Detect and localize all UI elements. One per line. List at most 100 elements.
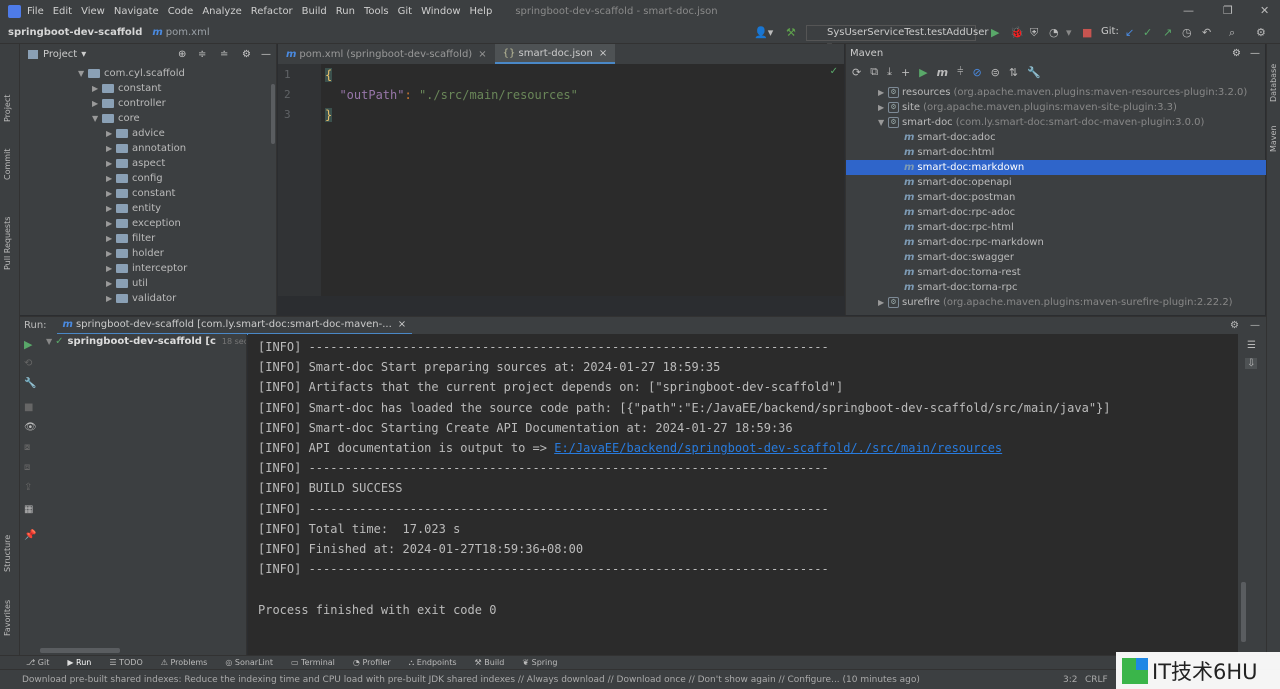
wrench-icon[interactable]: 🔧 [24, 378, 36, 389]
profile-icon[interactable]: ◔ [1049, 26, 1059, 39]
chevron-right-icon[interactable]: ▶ [106, 189, 116, 198]
menu-window[interactable]: Window [421, 6, 460, 17]
git-commit-icon[interactable]: ✓ [1143, 26, 1152, 39]
code-area[interactable]: { "outPath": "./src/main/resources" } ✓ [321, 64, 844, 296]
menu-navigate[interactable]: Navigate [114, 6, 159, 17]
tool-window-spring[interactable]: ❦ Spring [522, 658, 557, 667]
maven-goal[interactable]: m smart-doc:rpc-markdown [846, 235, 1266, 250]
breadcrumb-project[interactable]: springboot-dev-scaffold [8, 27, 142, 38]
history-icon[interactable]: ◷ [1182, 26, 1192, 39]
tree-item[interactable]: ▼ core [20, 111, 187, 126]
tool-window-git[interactable]: ⎇ Git [26, 658, 49, 667]
toggle-offline-icon[interactable]: ⫩ [957, 65, 963, 79]
chevron-down-icon[interactable]: ▼ [78, 69, 88, 78]
maven-goal[interactable]: m smart-doc:swagger [846, 250, 1266, 265]
tool-window-build[interactable]: ⚒ Build [475, 658, 505, 667]
download-icon[interactable]: ⤓ [887, 65, 892, 79]
project-panel-title[interactable]: Project [43, 49, 77, 60]
chevron-right-icon[interactable]: ▶ [106, 174, 116, 183]
chevron-right-icon[interactable]: ▶ [106, 279, 116, 288]
maven-goal[interactable]: m smart-doc:openapi [846, 175, 1266, 190]
chevron-right-icon[interactable]: ▶ [878, 298, 888, 307]
run-icon[interactable]: ▶ [991, 26, 999, 39]
chevron-right-icon[interactable]: ▶ [106, 264, 116, 273]
tool-window-endpoints[interactable]: ⛬ Endpoints [409, 658, 457, 668]
tool-window-problems[interactable]: ⚠ Problems [161, 658, 208, 667]
tree-item[interactable]: ▶ constant [20, 186, 187, 201]
maven-goal[interactable]: m smart-doc:postman [846, 190, 1266, 205]
ide-settings-icon[interactable]: ⚙ [1256, 26, 1266, 39]
user-icon[interactable]: 👤▾ [754, 26, 773, 39]
tree-item[interactable]: ▶ interceptor [20, 261, 187, 276]
maven-goal[interactable]: m smart-doc:rpc-html [846, 220, 1266, 235]
menu-view[interactable]: View [81, 6, 105, 17]
chevron-down-icon[interactable]: ▾ [81, 49, 86, 60]
maven-goal[interactable]: m smart-doc:torna-rest [846, 265, 1266, 280]
threads-icon[interactable]: ⧇ [24, 442, 30, 453]
stop-icon[interactable]: ■ [24, 402, 33, 413]
tree-item[interactable]: ▶ util [20, 276, 187, 291]
tab-smart-doc-json[interactable]: {} smart-doc.json × [494, 44, 616, 64]
hide-icon[interactable]: — [1250, 320, 1260, 331]
expand-all-icon[interactable]: ≐ [220, 49, 228, 60]
chevron-right-icon[interactable]: ▶ [106, 294, 116, 303]
breadcrumb-file[interactable]: m pom.xml [152, 27, 209, 38]
show-dependencies-icon[interactable]: ⊜ [991, 66, 1000, 79]
tree-item[interactable]: ▶ validator [20, 291, 187, 306]
menu-code[interactable]: Code [168, 6, 194, 17]
build-hammer-icon[interactable]: ⚒ [786, 26, 796, 39]
collapse-all-icon[interactable]: ⇅ [1009, 66, 1018, 79]
line-separator[interactable]: CRLF [1085, 675, 1108, 685]
chevron-down-icon[interactable]: ▼ [92, 114, 102, 123]
rollback-icon[interactable]: ↶ [1202, 26, 1211, 39]
soft-wrap-icon[interactable]: ☰ [1247, 340, 1256, 351]
tree-item[interactable]: ▶ config [20, 171, 187, 186]
menu-tools[interactable]: Tools [364, 6, 389, 17]
stripe-maven[interactable]: Maven [1269, 125, 1278, 152]
stop-icon[interactable]: ■ [1082, 26, 1092, 39]
tree-item[interactable]: ▶ aspect [20, 156, 187, 171]
menu-file[interactable]: File [27, 6, 44, 17]
stripe-database[interactable]: Database [1269, 64, 1278, 102]
maven-plugin[interactable]: ▶ ⚙ site (org.apache.maven.plugins:maven-si… [846, 100, 1266, 115]
console-scrollbar[interactable] [1241, 582, 1246, 642]
chevron-right-icon[interactable]: ▶ [878, 88, 888, 97]
maven-goal[interactable]: m smart-doc:html [846, 145, 1266, 160]
git-update-icon[interactable]: ↙ [1125, 26, 1134, 39]
chevron-right-icon[interactable]: ▶ [106, 204, 116, 213]
tree-item[interactable]: ▶ controller [20, 96, 187, 111]
collapse-all-icon[interactable]: ≑ [198, 49, 206, 60]
menu-git[interactable]: Git [398, 6, 412, 17]
tree-item[interactable]: ▶ constant [20, 81, 187, 96]
collapse-icon[interactable]: ⧈ [24, 462, 30, 473]
tree-item[interactable]: ▶ annotation [20, 141, 187, 156]
restore-icon[interactable]: ❐ [1223, 4, 1233, 17]
menu-build[interactable]: Build [302, 6, 327, 17]
layout-icon[interactable]: ▦ [24, 504, 33, 515]
run-tree-scrollbar[interactable] [40, 648, 120, 653]
tab-pom-xml[interactable]: m pom.xml (springboot-dev-scaffold) × [278, 44, 495, 64]
gear-icon[interactable]: ⚙ [1232, 48, 1241, 59]
console-output[interactable]: [INFO] ---------------------------------… [248, 334, 1238, 655]
tree-item[interactable]: ▶ holder [20, 246, 187, 261]
locate-icon[interactable]: ⊕ [178, 49, 186, 60]
maven-goal[interactable]: m smart-doc:markdown [846, 160, 1266, 175]
close-tab-icon[interactable]: × [599, 48, 607, 59]
skip-tests-icon[interactable]: ⊘ [972, 66, 981, 79]
tool-window-run[interactable]: ▶ Run [67, 658, 91, 667]
tree-item[interactable]: ▶ entity [20, 201, 187, 216]
run-icon[interactable]: ▶ [919, 66, 927, 79]
menu-run[interactable]: Run [336, 6, 355, 17]
coverage-icon[interactable]: ⛨ [1030, 26, 1038, 40]
close-tab-icon[interactable]: × [478, 49, 486, 60]
scroll-to-end-icon[interactable]: ⇩ [1245, 358, 1258, 369]
chevron-right-icon[interactable]: ▶ [106, 144, 116, 153]
tree-item[interactable]: ▶ exception [20, 216, 187, 231]
menu-help[interactable]: Help [470, 6, 493, 17]
chevron-right-icon[interactable]: ▶ [106, 249, 116, 258]
gear-icon[interactable]: ⚙ [1230, 320, 1239, 331]
tool-window-terminal[interactable]: ▭ Terminal [291, 658, 335, 667]
menu-edit[interactable]: Edit [53, 6, 72, 17]
pin-icon[interactable]: 📌 [24, 530, 36, 541]
minimize-icon[interactable]: — [1183, 4, 1194, 17]
